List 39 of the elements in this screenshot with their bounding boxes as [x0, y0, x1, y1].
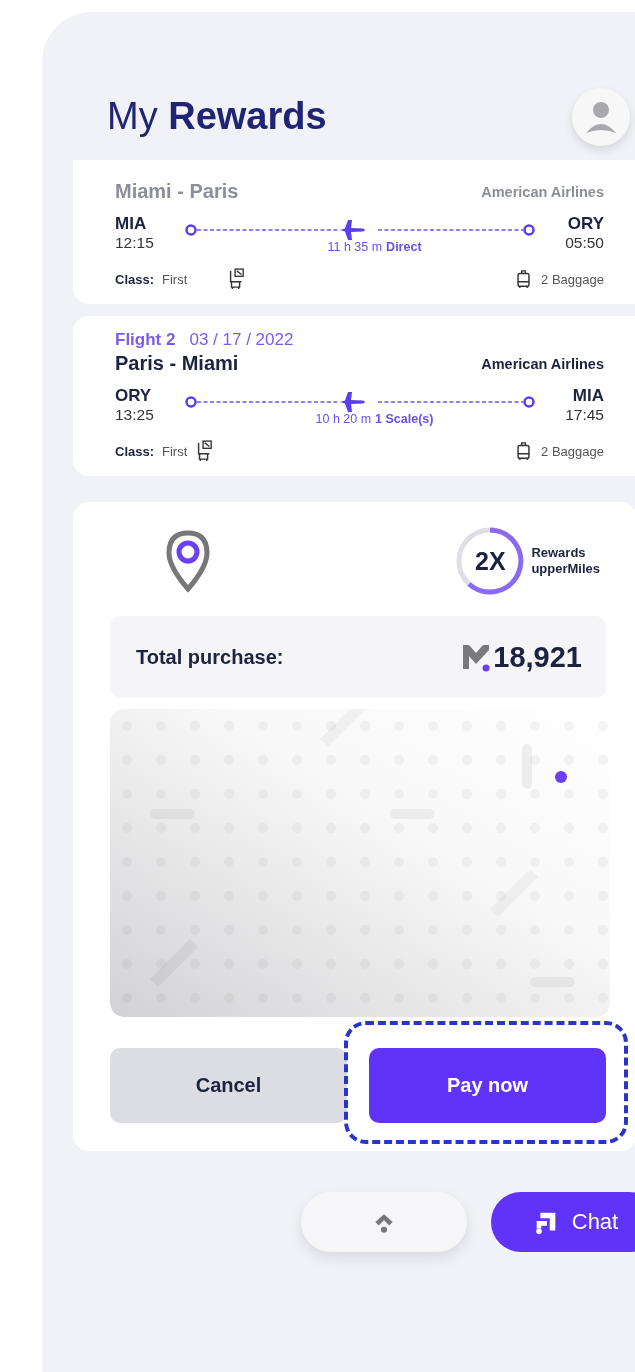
arrival-time: 17:45 [565, 405, 604, 423]
luggage-icon [516, 441, 532, 461]
multiplier-badge: 2X [455, 526, 526, 596]
pay-button[interactable]: Pay now [369, 1048, 606, 1123]
avatar-button[interactable] [572, 88, 630, 146]
seat-icon [195, 440, 214, 462]
route-name: Miami - Paris [115, 180, 239, 203]
airline-name: American Airlines [481, 183, 604, 200]
stops-label: 1 Scale(s) [375, 412, 434, 426]
flight-duration: 10 h 20 m [315, 412, 372, 426]
flight-duration: 11 h 35 m [327, 240, 383, 254]
chat-button[interactable]: Chat [491, 1192, 635, 1252]
departure-time: 13:25 [115, 405, 155, 423]
cancel-button[interactable]: Cancel [110, 1048, 347, 1123]
stops-label: Direct [386, 240, 422, 254]
total-label: Total purchase: [136, 645, 284, 669]
miles-icon [461, 642, 492, 672]
page-title: My Rewards [107, 94, 327, 138]
class-label: Class: [115, 443, 155, 459]
airline-name: American Airlines [481, 355, 604, 372]
airport-code: ORY [567, 215, 604, 234]
arrival-time: 05:50 [565, 233, 604, 251]
flight-date: 03 / 17 / 2022 [189, 330, 294, 350]
airport-code: ORY [115, 387, 153, 406]
route-name: Paris - Miami [115, 352, 239, 375]
class-label: Class: [115, 271, 155, 287]
program-name: upperMiles [531, 561, 600, 577]
baggage-count: 2 Baggage [541, 271, 604, 287]
class-value: First [162, 443, 188, 459]
class-value: First [162, 271, 188, 287]
departure-time: 12:15 [115, 233, 155, 251]
airport-code: MIA [115, 215, 148, 234]
rewards-label: Rewards [531, 545, 587, 561]
total-amount: 18,921 [493, 640, 582, 674]
airport-code: MIA [572, 387, 604, 406]
seat-icon [227, 268, 246, 290]
baggage-count: 2 Baggage [541, 443, 604, 459]
flight-label: Flight 2 [115, 330, 176, 350]
luggage-icon [516, 269, 532, 289]
